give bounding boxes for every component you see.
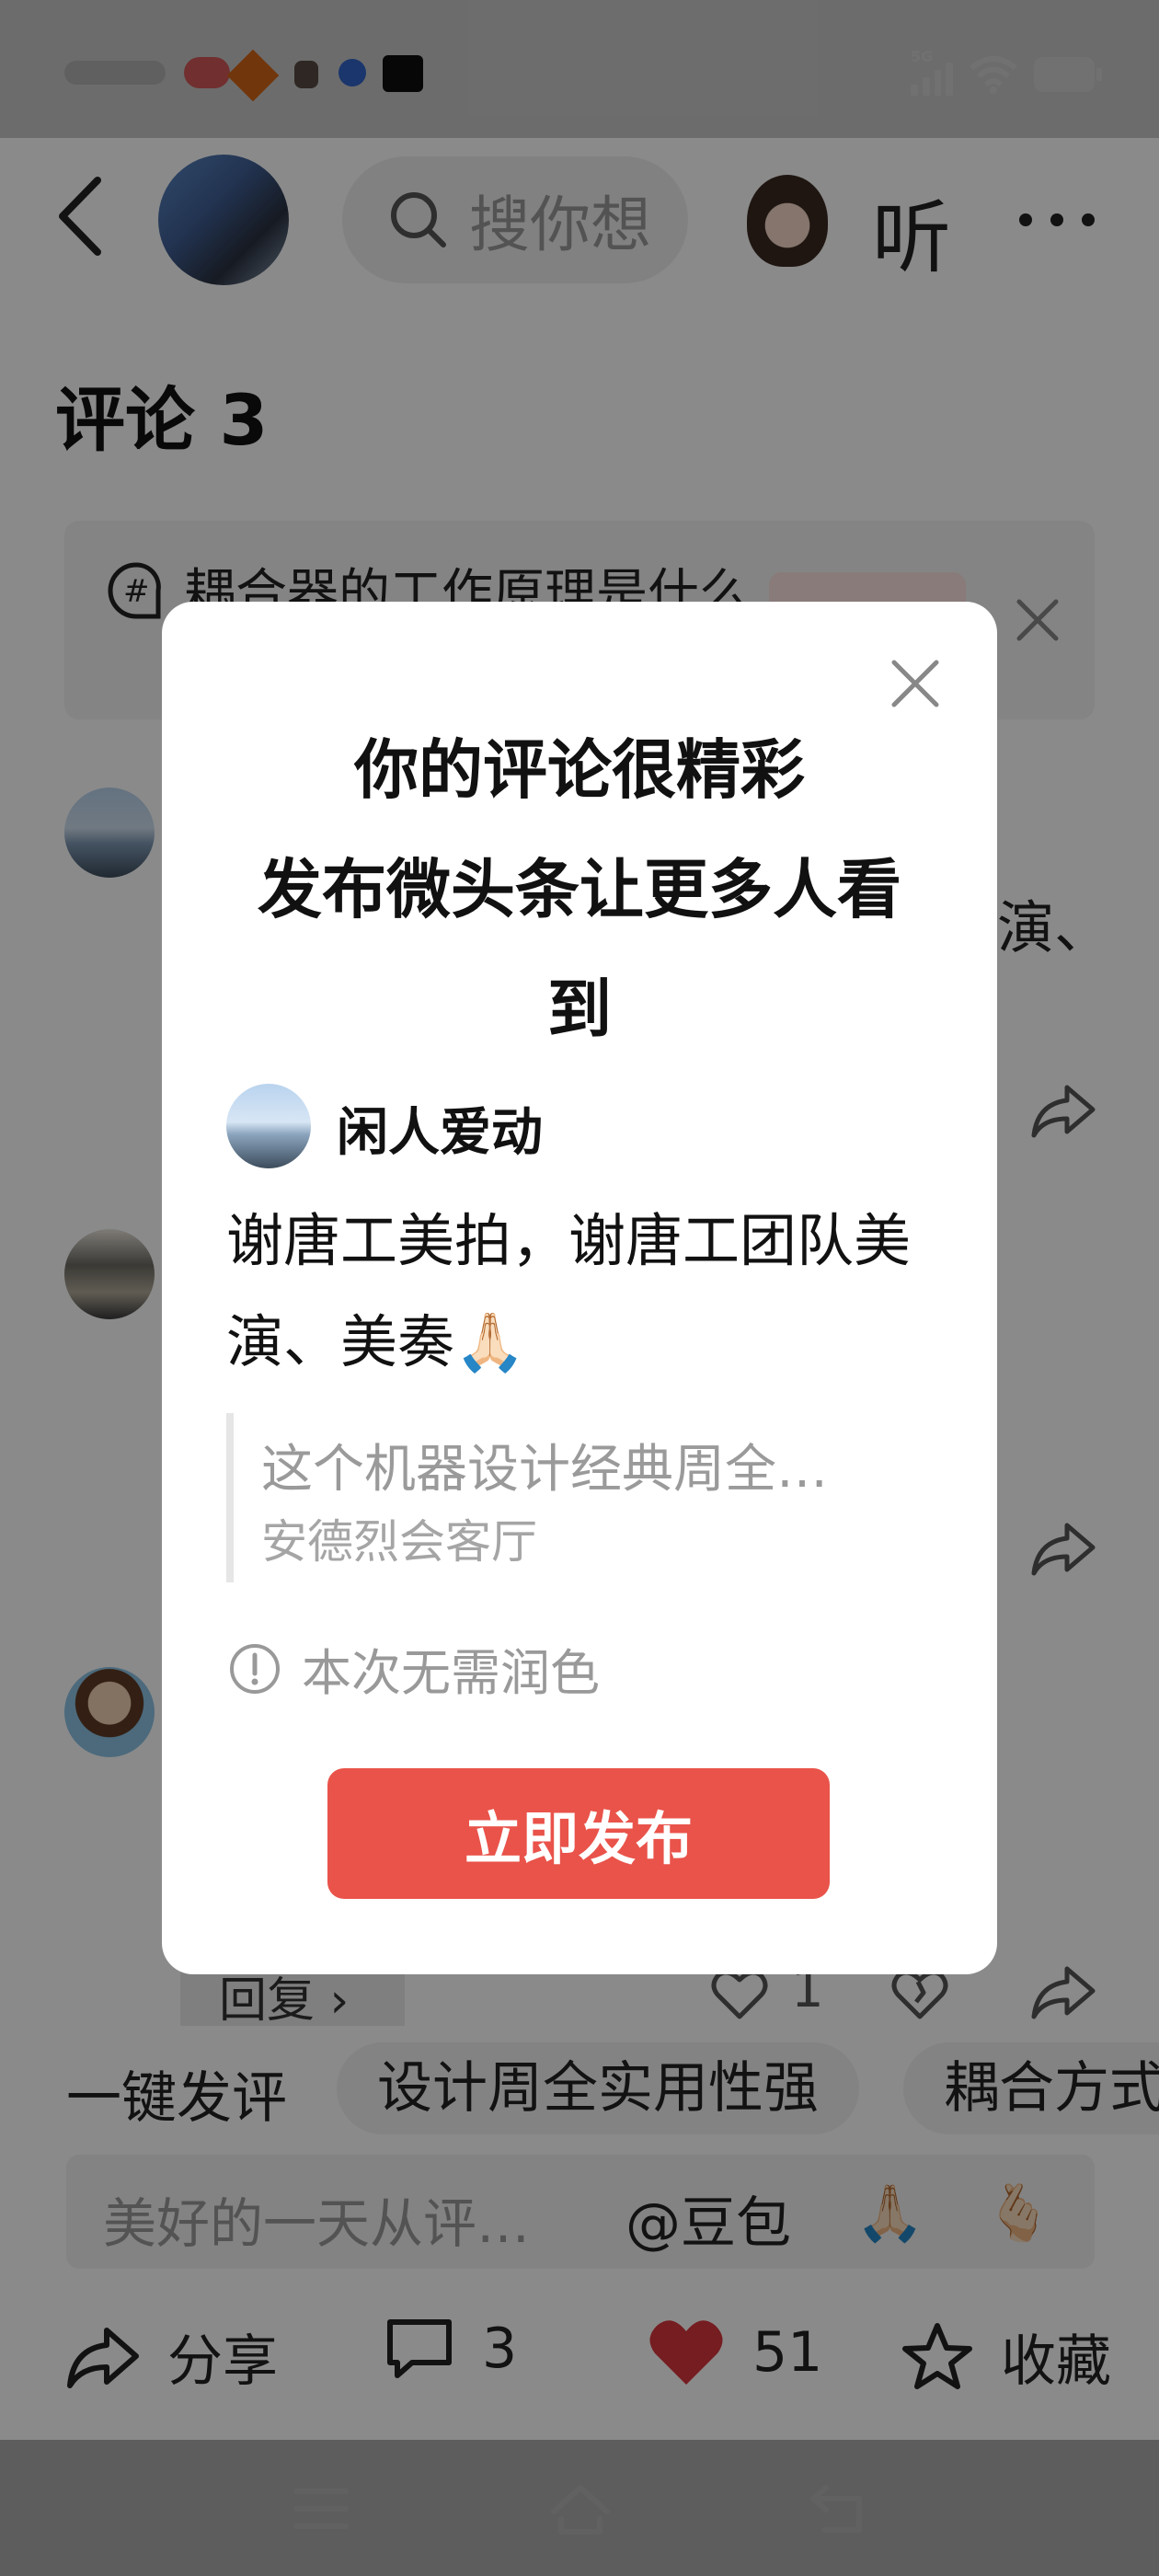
dialog-title-line: 你的评论很精彩: [354, 732, 805, 808]
close-icon[interactable]: [887, 655, 944, 712]
publish-button[interactable]: 立即发布: [327, 1768, 830, 1899]
polish-note-text: 本次无需润色: [302, 1644, 600, 1702]
user-avatar: [226, 1084, 311, 1168]
publish-dialog: 你的评论很精彩 发布微头条让更多人看 到 闲人爱动 谢唐工美拍，谢唐工团队美演、…: [162, 602, 997, 1974]
quoted-article: 这个机器设计经典周全… 安德烈会客厅: [226, 1413, 951, 1582]
polish-note: 本次无需润色: [228, 1632, 600, 1705]
dialog-title-line: 到: [547, 972, 612, 1047]
quoted-article-title: 这个机器设计经典周全…: [261, 1440, 828, 1500]
navbar-dim: [0, 2440, 1159, 2576]
info-icon: [230, 1643, 280, 1694]
user-name: 闲人爱动: [337, 1103, 543, 1163]
dialog-title-line: 发布微头条让更多人看: [258, 852, 901, 927]
quoted-article-author: 安德烈会客厅: [261, 1515, 537, 1569]
dialog-title: 你的评论很精彩 发布微头条让更多人看 到: [217, 710, 942, 1069]
comment-preview-text: 谢唐工美拍，谢唐工团队美演、美奏🙏🏻: [226, 1207, 912, 1375]
